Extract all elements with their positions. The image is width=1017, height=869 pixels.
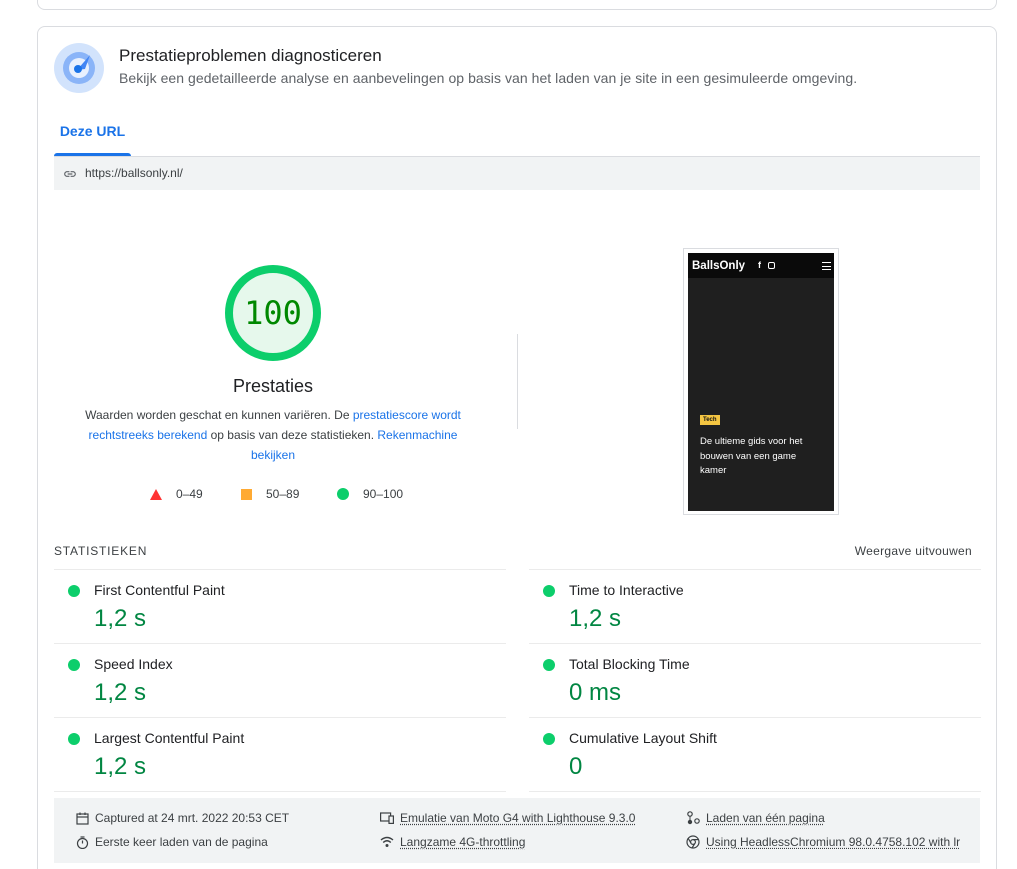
tab-this-url[interactable]: Deze URL xyxy=(54,115,131,156)
metric-value: 0 ms xyxy=(569,679,622,706)
tab-active-indicator xyxy=(54,153,131,156)
metric-name: Cumulative Layout Shift xyxy=(569,730,717,746)
pass-circle-icon xyxy=(543,659,555,671)
metric-tbt: Total Blocking Time 0 ms xyxy=(529,643,981,717)
throttling[interactable]: Langzame 4G-throttling xyxy=(380,835,525,849)
captured-text: Captured at 24 mrt. 2022 20:53 CET xyxy=(95,811,290,825)
pass-circle-icon xyxy=(543,585,555,597)
preview-tag: Tech xyxy=(700,415,720,425)
legend-pass: 90–100 xyxy=(337,486,403,502)
calendar-icon xyxy=(76,812,89,825)
score-desc-text: Waarden worden geschat en kunnen variëre… xyxy=(85,408,353,422)
instagram-icon xyxy=(768,262,775,269)
devices-icon xyxy=(380,812,394,824)
captured-at: Captured at 24 mrt. 2022 20:53 CET xyxy=(76,811,289,825)
timer-icon xyxy=(76,835,89,849)
gauge-icon xyxy=(54,43,104,93)
pass-circle-icon xyxy=(543,733,555,745)
metric-divider xyxy=(54,791,506,792)
metric-name: Time to Interactive xyxy=(569,582,684,598)
metric-cls: Cumulative Layout Shift 0 xyxy=(529,717,981,791)
metric-value: 1,2 s xyxy=(94,679,147,706)
metric-divider xyxy=(529,791,981,792)
expand-view-button[interactable]: Weergave uitvouwen xyxy=(855,544,972,558)
preview-headline: De ultieme gids voor het bouwen van een … xyxy=(700,436,803,476)
tested-url: https://ballsonly.nl/ xyxy=(85,166,183,180)
emulation[interactable]: Emulatie van Moto G4 with Lighthouse 9.3… xyxy=(380,811,635,825)
square-icon xyxy=(241,488,252,500)
first-load: Eerste keer laden van de pagina xyxy=(76,835,268,849)
metric-speed-index: Speed Index 1,2 s xyxy=(54,643,506,717)
triangle-icon xyxy=(150,488,162,500)
metric-value: 1,2 s xyxy=(94,605,147,632)
card-title: Prestatieproblemen diagnosticeren xyxy=(119,46,382,65)
diagnose-performance-card: Prestatieproblemen diagnosticeren Bekijk… xyxy=(37,26,997,869)
legend-average-label: 50–89 xyxy=(266,487,300,501)
score-value: 100 xyxy=(244,294,302,332)
facebook-icon: f xyxy=(758,260,761,270)
link-icon xyxy=(64,171,76,177)
circle-icon xyxy=(337,488,349,500)
pass-circle-icon xyxy=(68,733,80,745)
first-load-text: Eerste keer laden van de pagina xyxy=(95,835,268,849)
card-subtitle: Bekijk een gedetailleerde analyse en aan… xyxy=(119,70,858,86)
score-label: Prestaties xyxy=(232,376,314,396)
single-load[interactable]: Laden van één pagina xyxy=(686,811,825,825)
legend-pass-label: 90–100 xyxy=(363,487,404,501)
page-screenshot[interactable]: BallsOnly f Tech De ultieme gids voor he… xyxy=(683,248,839,515)
section-divider xyxy=(517,334,518,429)
legend-average: 50–89 xyxy=(241,486,299,502)
score-desc-text-2: op basis van deze statistieken. xyxy=(207,428,378,442)
single-load-text: Laden van één pagina xyxy=(706,811,825,825)
stats-heading: STATISTIEKEN xyxy=(54,544,148,558)
chrome-icon xyxy=(686,835,700,849)
wifi-icon xyxy=(380,836,394,847)
legend-fail: 0–49 xyxy=(150,486,203,502)
preview-header: BallsOnly f xyxy=(688,253,834,278)
menu-icon xyxy=(822,262,831,270)
metric-value: 1,2 s xyxy=(569,605,622,632)
metric-value: 0 xyxy=(569,753,583,780)
metric-value: 1,2 s xyxy=(94,753,147,780)
score-description: Waarden worden geschat en kunnen variëre… xyxy=(80,405,466,465)
runtime-settings: Captured at 24 mrt. 2022 20:53 CET Eerst… xyxy=(54,798,980,863)
preview-brand: BallsOnly xyxy=(692,260,746,272)
browser-info[interactable]: Using HeadlessChromium 98.0.4758.102 wit… xyxy=(686,835,966,849)
metric-lcp: Largest Contentful Paint 1,2 s xyxy=(54,717,506,791)
phone-preview: BallsOnly f Tech De ultieme gids voor he… xyxy=(688,253,834,511)
pass-circle-icon xyxy=(68,585,80,597)
metric-name: Total Blocking Time xyxy=(569,656,690,672)
metric-name: Largest Contentful Paint xyxy=(94,730,245,746)
metric-fcp: First Contentful Paint 1,2 s xyxy=(54,569,506,643)
throttling-text: Langzame 4G-throttling xyxy=(400,835,526,849)
browser-text: Using HeadlessChromium 98.0.4758.102 wit… xyxy=(706,835,961,849)
metric-tti: Time to Interactive 1,2 s xyxy=(529,569,981,643)
legend-fail-label: 0–49 xyxy=(176,487,203,501)
emulation-text: Emulatie van Moto G4 with Lighthouse 9.3… xyxy=(400,811,636,825)
metric-name: First Contentful Paint xyxy=(94,582,225,598)
url-bar: https://ballsonly.nl/ xyxy=(54,157,980,190)
metric-name: Speed Index xyxy=(94,656,173,672)
nodes-icon xyxy=(687,811,700,825)
pass-circle-icon xyxy=(68,659,80,671)
previous-card xyxy=(37,0,997,10)
